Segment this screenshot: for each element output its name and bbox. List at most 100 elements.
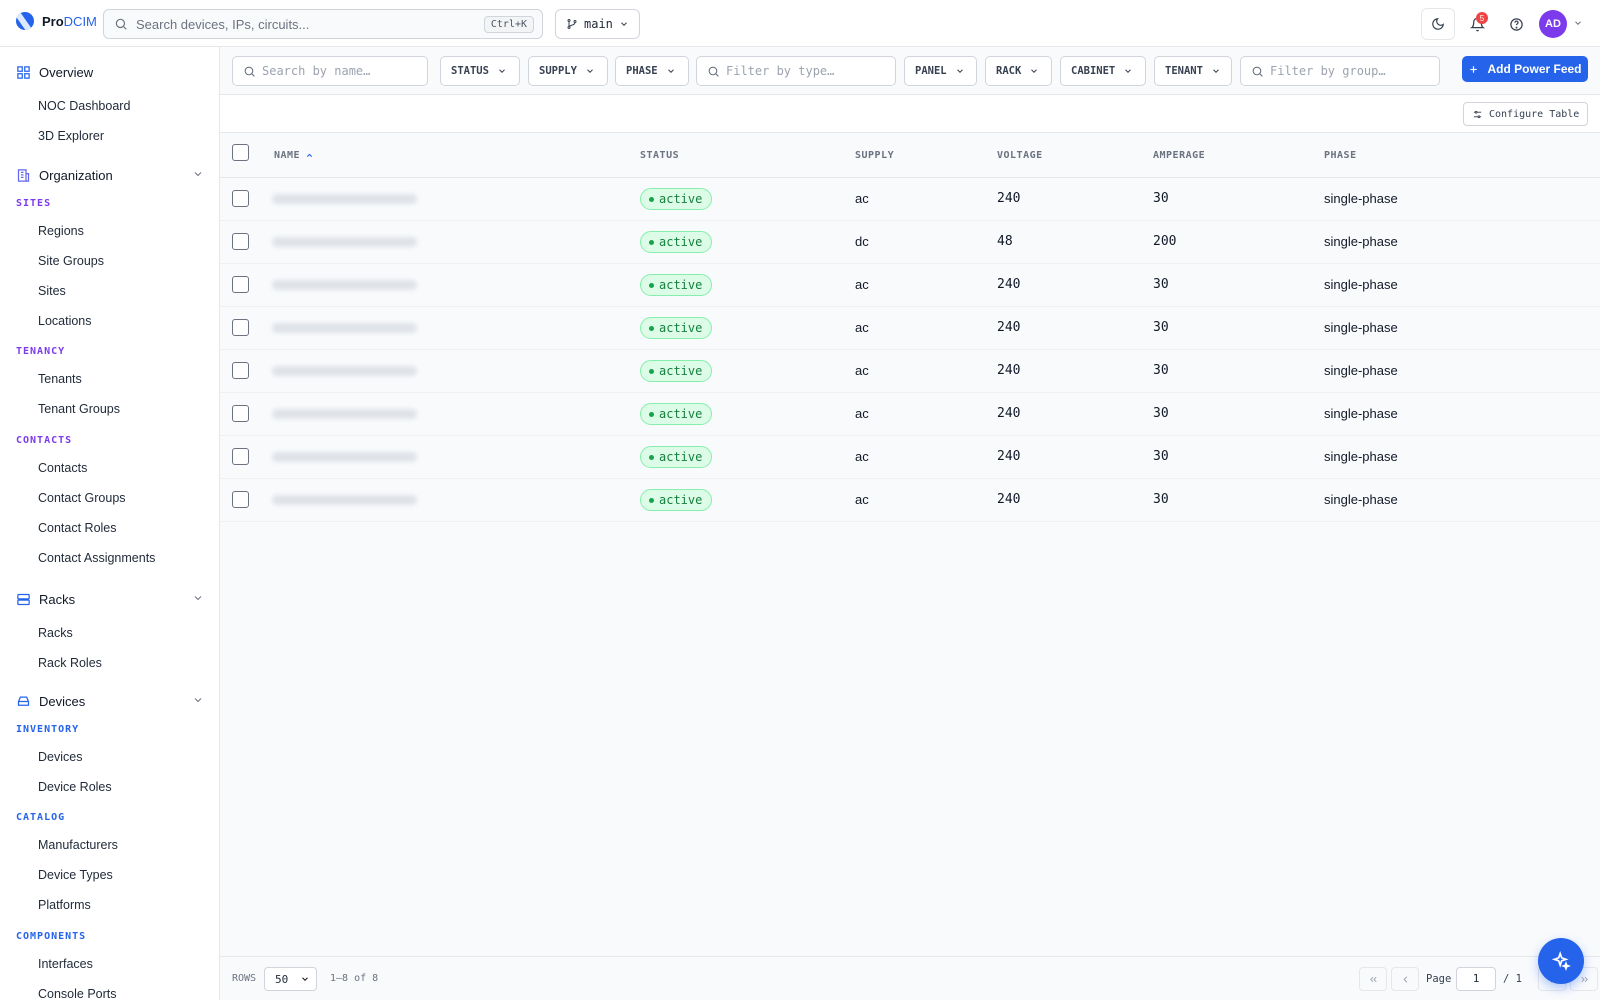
row-checkbox[interactable] xyxy=(232,405,249,422)
sidebar-item-tenant-groups[interactable]: Tenant Groups xyxy=(38,400,120,418)
search-input[interactable] xyxy=(136,16,484,32)
phase-cell: single-phase xyxy=(1324,320,1398,335)
rows-per-page-select[interactable]: 50 xyxy=(264,967,317,991)
previous-page-button[interactable] xyxy=(1391,967,1419,991)
table-row[interactable]: active ac 240 30 single-phase xyxy=(220,393,1600,436)
first-page-button[interactable] xyxy=(1359,967,1387,991)
sidebar-item-racks[interactable]: Racks xyxy=(38,624,73,642)
sidebar-group-racks[interactable]: Racks xyxy=(0,583,219,615)
row-checkbox[interactable] xyxy=(232,362,249,379)
cabinet-filter-dropdown[interactable]: CABINET xyxy=(1060,56,1146,86)
branch-selector[interactable]: main xyxy=(555,9,640,39)
sidebar-item-device-types[interactable]: Device Types xyxy=(38,866,113,884)
sidebar-group-overview[interactable]: Overview xyxy=(0,56,219,88)
row-name-redacted[interactable] xyxy=(272,280,417,290)
name-filter-input[interactable] xyxy=(262,64,402,78)
row-name-redacted[interactable] xyxy=(272,366,417,376)
chevron-down-icon xyxy=(587,69,593,73)
amperage-cell: 200 xyxy=(1153,234,1177,249)
chevron-down-icon xyxy=(1125,69,1132,73)
group-filter[interactable] xyxy=(1240,56,1440,86)
row-checkbox[interactable] xyxy=(232,190,249,207)
sidebar-item-contact-roles[interactable]: Contact Roles xyxy=(38,519,117,537)
sidebar-item-locations[interactable]: Locations xyxy=(38,312,92,330)
supply-filter-dropdown[interactable]: SUPPLY xyxy=(528,56,608,86)
phase-filter-dropdown[interactable]: PHASE xyxy=(615,56,689,86)
ai-assistant-button[interactable] xyxy=(1538,938,1584,984)
table-row[interactable]: active ac 240 30 single-phase xyxy=(220,350,1600,393)
type-filter[interactable] xyxy=(696,56,896,86)
group-filter-input[interactable] xyxy=(1270,64,1410,78)
search-icon xyxy=(708,66,719,77)
row-checkbox[interactable] xyxy=(232,491,249,508)
sidebar-group-organization[interactable]: Organization xyxy=(0,159,219,191)
row-name-redacted[interactable] xyxy=(272,409,417,419)
row-name-redacted[interactable] xyxy=(272,495,417,505)
phase-cell: single-phase xyxy=(1324,363,1398,378)
sidebar-item-noc-dashboard[interactable]: NOC Dashboard xyxy=(38,97,130,115)
name-filter[interactable] xyxy=(232,56,428,86)
column-header-amperage[interactable]: AMPERAGE xyxy=(1153,150,1205,161)
user-menu-chevron-icon[interactable] xyxy=(1573,18,1583,28)
table-row[interactable]: active ac 240 30 single-phase xyxy=(220,264,1600,307)
row-name-redacted[interactable] xyxy=(272,237,417,247)
row-name-redacted[interactable] xyxy=(272,452,417,462)
help-button[interactable] xyxy=(1499,8,1533,40)
sidebar-item-3d-explorer[interactable]: 3D Explorer xyxy=(38,127,104,145)
sidebar-item-manufacturers[interactable]: Manufacturers xyxy=(38,836,118,854)
sidebar-item-devices[interactable]: Devices xyxy=(38,748,82,766)
sidebar-item-platforms[interactable]: Platforms xyxy=(38,896,91,914)
notifications-button[interactable]: 5 xyxy=(1460,8,1494,40)
user-avatar[interactable]: AD xyxy=(1539,10,1567,38)
building-icon xyxy=(15,167,31,183)
supply-cell: ac xyxy=(855,449,869,464)
table-row[interactable]: active ac 240 30 single-phase xyxy=(220,307,1600,350)
page-number-input[interactable]: 1 xyxy=(1456,967,1496,991)
sidebar-item-sites[interactable]: Sites xyxy=(38,282,66,300)
global-search[interactable]: Ctrl+K xyxy=(103,9,543,39)
sidebar-item-contact-assignments[interactable]: Contact Assignments xyxy=(38,549,155,567)
column-header-voltage[interactable]: VOLTAGE xyxy=(997,150,1043,161)
table-row[interactable]: active dc 48 200 single-phase xyxy=(220,221,1600,264)
tenant-filter-dropdown[interactable]: TENANT xyxy=(1154,56,1232,86)
sidebar-section-inventory: INVENTORY xyxy=(16,724,80,735)
brand-dcim: DCIM xyxy=(63,13,97,29)
select-all-checkbox[interactable] xyxy=(232,144,249,161)
sidebar-item-rack-roles[interactable]: Rack Roles xyxy=(38,654,102,672)
sidebar-item-interfaces[interactable]: Interfaces xyxy=(38,955,93,973)
sidebar-group-devices[interactable]: Devices xyxy=(0,685,219,717)
configure-table-button[interactable]: Configure Table xyxy=(1463,102,1589,126)
column-header-name[interactable]: NAME xyxy=(274,150,314,161)
column-header-phase[interactable]: PHASE xyxy=(1324,150,1357,161)
branch-label: main xyxy=(584,17,613,31)
app-logo[interactable]: ProDCIM xyxy=(16,12,97,30)
table-row[interactable]: active ac 240 30 single-phase xyxy=(220,479,1600,522)
status-badge: active xyxy=(640,317,713,339)
row-checkbox[interactable] xyxy=(232,448,249,465)
row-name-redacted[interactable] xyxy=(272,194,417,204)
panel-filter-dropdown[interactable]: PANEL xyxy=(904,56,977,86)
sidebar-section-contacts: CONTACTS xyxy=(16,435,73,446)
type-filter-input[interactable] xyxy=(726,64,866,78)
row-checkbox[interactable] xyxy=(232,319,249,336)
sidebar-item-contact-groups[interactable]: Contact Groups xyxy=(38,489,126,507)
table-row[interactable]: active ac 240 30 single-phase xyxy=(220,436,1600,479)
sidebar-item-site-groups[interactable]: Site Groups xyxy=(38,252,104,270)
column-header-status[interactable]: STATUS xyxy=(640,150,679,161)
add-power-feed-button[interactable]: Add Power Feed xyxy=(1462,56,1588,82)
table-row[interactable]: active ac 240 30 single-phase xyxy=(220,178,1600,221)
row-checkbox[interactable] xyxy=(232,276,249,293)
row-name-redacted[interactable] xyxy=(272,323,417,333)
rack-filter-dropdown[interactable]: RACK xyxy=(985,56,1052,86)
theme-toggle-button[interactable] xyxy=(1421,8,1455,40)
sidebar-item-console-ports[interactable]: Console Ports xyxy=(38,985,117,1000)
sidebar-item-device-roles[interactable]: Device Roles xyxy=(38,778,112,796)
column-header-supply[interactable]: SUPPLY xyxy=(855,150,894,161)
status-text: active xyxy=(659,321,703,335)
sidebar-item-regions[interactable]: Regions xyxy=(38,222,84,240)
sidebar-item-contacts[interactable]: Contacts xyxy=(38,459,87,477)
sidebar-section-sites: SITES xyxy=(16,198,52,209)
status-filter-dropdown[interactable]: STATUS xyxy=(440,56,520,86)
sidebar-item-tenants[interactable]: Tenants xyxy=(38,370,82,388)
row-checkbox[interactable] xyxy=(232,233,249,250)
